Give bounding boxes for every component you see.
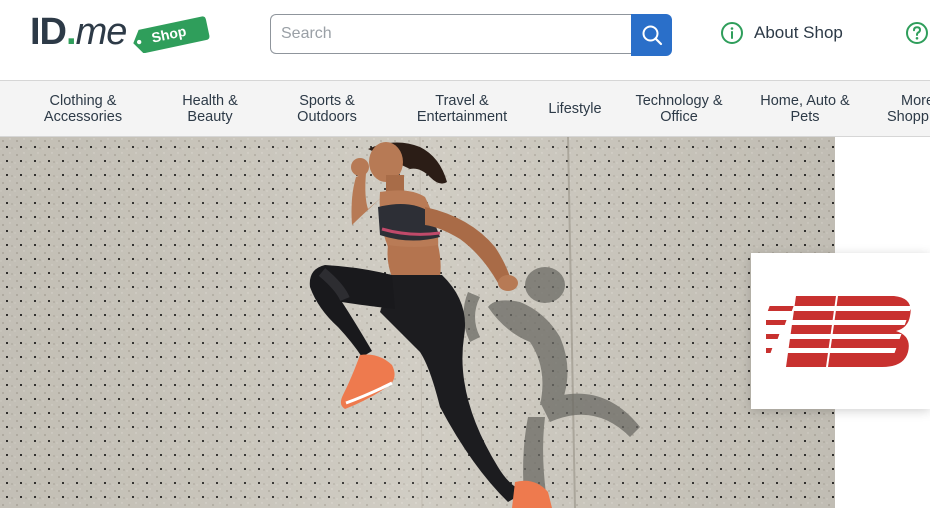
search-input[interactable] bbox=[270, 14, 632, 54]
new-balance-logo bbox=[765, 295, 912, 367]
nav-home-auto-pets[interactable]: Home, Auto & Pets bbox=[750, 81, 860, 136]
question-icon bbox=[906, 22, 928, 44]
nav-technology-office[interactable]: Technology & Office bbox=[624, 81, 734, 136]
hero-image bbox=[0, 137, 835, 508]
shop-tag: Shop bbox=[130, 13, 210, 54]
search-bar bbox=[270, 14, 672, 56]
idme-shop-logo[interactable]: ID.me Shop bbox=[30, 10, 210, 54]
nav-sports-outdoors[interactable]: Sports & Outdoors bbox=[277, 81, 377, 136]
help-button[interactable] bbox=[905, 21, 929, 50]
category-nav: Clothing & Accessories Health & Beauty Spo… bbox=[0, 80, 930, 137]
search-button[interactable] bbox=[631, 14, 672, 56]
nav-more-shopping[interactable]: MoreShopp bbox=[882, 81, 930, 136]
about-shop-link[interactable]: About Shop bbox=[720, 20, 843, 46]
nav-lifestyle[interactable]: Lifestyle bbox=[540, 81, 610, 136]
about-shop-label: About Shop bbox=[754, 23, 843, 42]
nav-clothing-accessories[interactable]: Clothing & Accessories bbox=[28, 81, 138, 136]
hero-banner[interactable] bbox=[0, 137, 835, 508]
logo-wordmark: ID.me bbox=[30, 11, 127, 53]
info-icon bbox=[721, 22, 743, 44]
nav-travel-entertainment[interactable]: Travel & Entertainment bbox=[402, 81, 522, 136]
brand-card-new-balance[interactable] bbox=[751, 253, 930, 409]
search-icon bbox=[642, 25, 662, 46]
site-header: ID.me Shop About Shop bbox=[0, 0, 930, 80]
nav-health-beauty[interactable]: Health & Beauty bbox=[160, 81, 260, 136]
